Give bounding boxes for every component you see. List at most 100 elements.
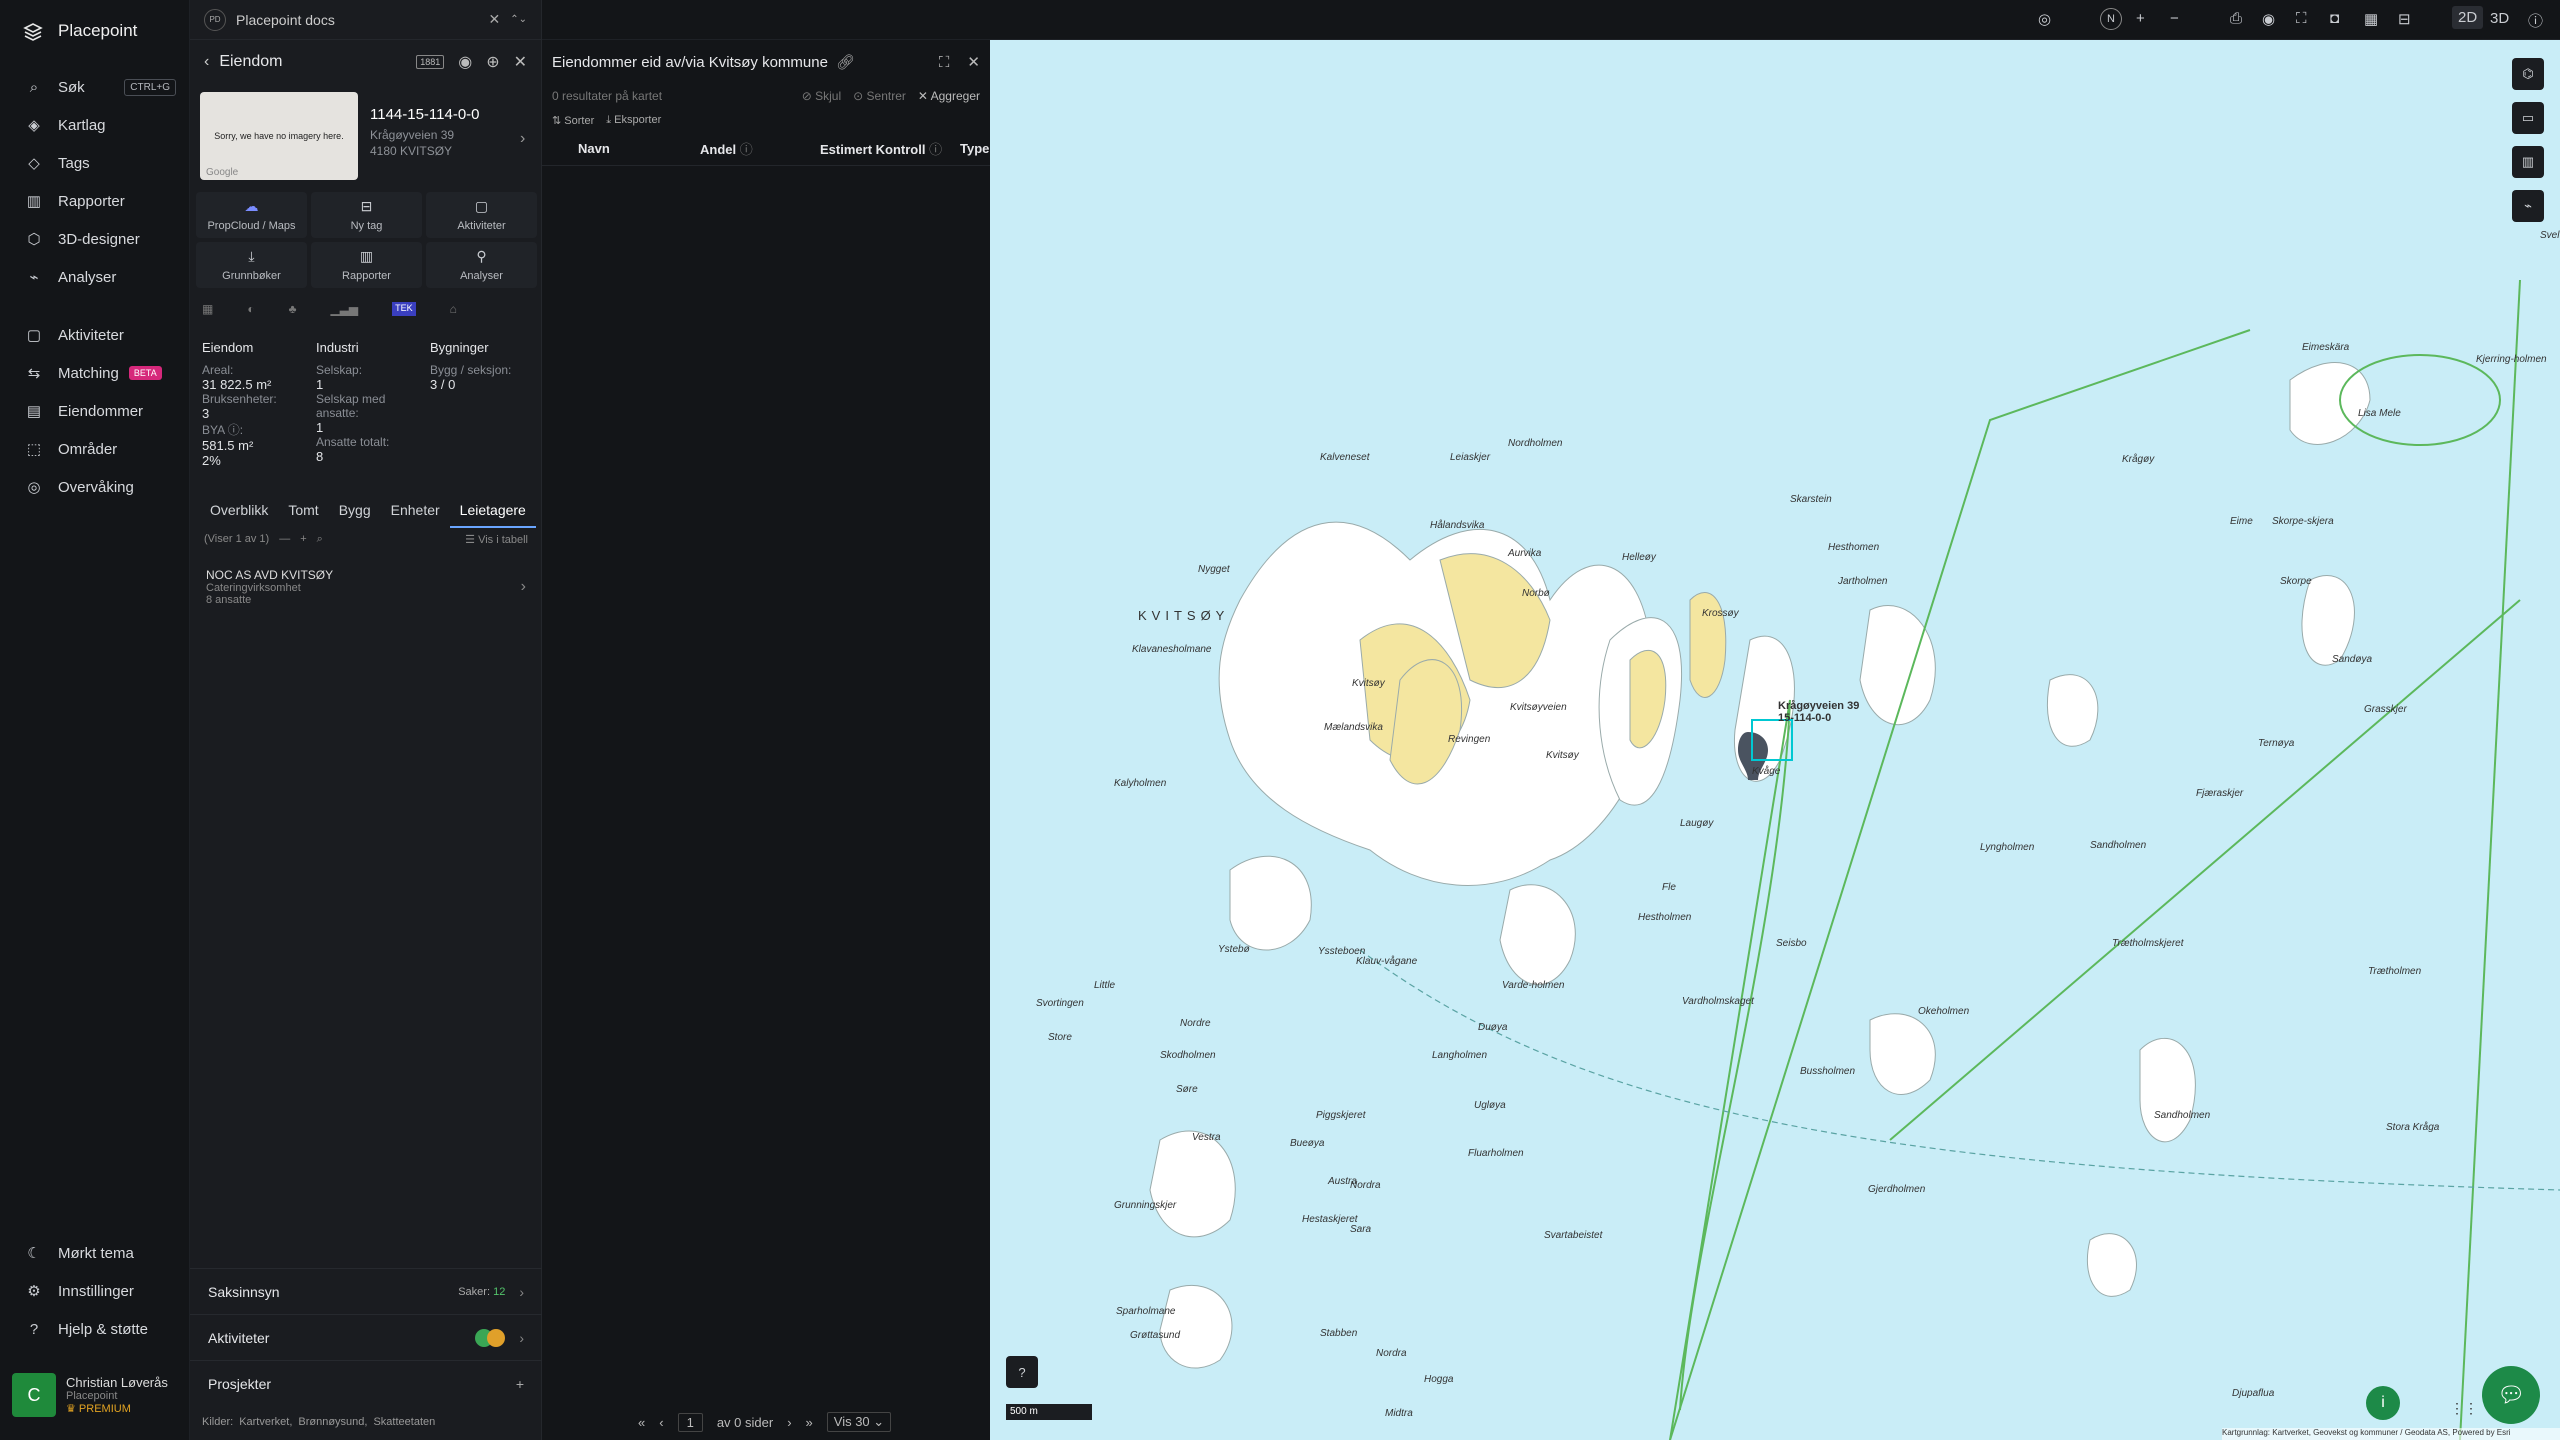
- per-page-select[interactable]: Vis 30 ⌄: [826, 1412, 892, 1432]
- prosjekter-section[interactable]: Prosjekter +: [190, 1360, 542, 1406]
- action-3[interactable]: ⤓ Grunnbøker: [196, 242, 307, 288]
- nav-item-kartlag[interactable]: ◈ Kartlag: [0, 108, 190, 142]
- action-0[interactable]: ☁ PropCloud / Maps: [196, 192, 307, 238]
- search-icon[interactable]: ⌕: [317, 533, 323, 546]
- tek-icon[interactable]: TEK: [392, 302, 416, 316]
- tab-leietagere[interactable]: Leietagere: [449, 498, 536, 528]
- plus-icon[interactable]: +: [516, 1376, 524, 1392]
- nav-item-tags[interactable]: ◇ Tags: [0, 146, 190, 180]
- chat-icon[interactable]: 💬︎: [2482, 1366, 2540, 1424]
- help-icon: ?: [29, 1320, 39, 1338]
- nav-bottom-1[interactable]: ⚙ Innstillinger: [0, 1274, 190, 1308]
- doc-tab-label[interactable]: Placepoint docs: [236, 12, 335, 28]
- chevron-updown-icon[interactable]: ⌃⌄: [510, 14, 527, 25]
- measure-icon[interactable]: ▭: [2512, 102, 2544, 134]
- bar-icon[interactable]: ▁▃▅: [330, 302, 358, 316]
- column-navn[interactable]: Navn: [578, 141, 700, 156]
- close-icon[interactable]: ✕: [514, 52, 527, 72]
- bookmark-icon[interactable]: ⊟: [2398, 10, 2411, 28]
- drag-handle-icon[interactable]: ⋮⋮: [2450, 1400, 2478, 1417]
- nav-bottom-0[interactable]: ☾ Mørkt tema: [0, 1236, 190, 1270]
- plus-circle-icon[interactable]: ⊕: [486, 52, 499, 72]
- property-id-block[interactable]: 1144-15-114-0-0 Krågøyveien 39 4180 KVIT…: [370, 106, 480, 158]
- zoom-in-icon[interactable]: +: [2136, 10, 2145, 27]
- analysis-icon[interactable]: ⌁: [2512, 190, 2544, 222]
- hide-button[interactable]: ⊘ Skjul: [802, 89, 841, 103]
- grid-icon[interactable]: ▦: [2364, 10, 2378, 28]
- brand[interactable]: Placepoint: [22, 20, 137, 42]
- help-icon[interactable]: ?: [1006, 1356, 1038, 1388]
- sources-label: Kilder:: [202, 1416, 234, 1428]
- source-bronnoysund[interactable]: Brønnøysund,: [298, 1416, 367, 1428]
- source-kartverket[interactable]: Kartverket,: [239, 1416, 292, 1428]
- aggregate-button[interactable]: ✕ Aggreger: [918, 89, 980, 103]
- eye-icon[interactable]: ◉: [458, 52, 472, 72]
- action-4[interactable]: ▥ Rapporter: [311, 242, 422, 288]
- aktiviteter-section[interactable]: Aktiviteter ›: [190, 1314, 542, 1360]
- prev-page-icon[interactable]: ‹: [659, 1415, 663, 1430]
- camera-icon[interactable]: ◘: [2330, 10, 2339, 27]
- tenant-item[interactable]: NOC AS AVD KVITSØY Cateringvirksomhet 8 …: [206, 568, 526, 606]
- zoom-out-icon[interactable]: −: [2170, 10, 2179, 27]
- first-page-icon[interactable]: «: [638, 1415, 645, 1430]
- close-icon[interactable]: ✕: [967, 53, 980, 71]
- cube-icon: ⬡: [27, 231, 41, 248]
- chevron-right-icon[interactable]: ›: [520, 130, 525, 148]
- back-icon[interactable]: ‹: [204, 53, 209, 71]
- sort-button[interactable]: ⇅ Sorter: [552, 114, 594, 127]
- eye-icon[interactable]: ◉: [2262, 10, 2275, 28]
- print-icon[interactable]: ⎙: [2230, 10, 2242, 27]
- minus-icon[interactable]: —: [279, 533, 290, 545]
- chart-icon[interactable]: ▥: [2512, 146, 2544, 178]
- tab-tomt[interactable]: Tomt: [278, 498, 328, 528]
- incognito-icon[interactable]: ◎: [2038, 10, 2051, 28]
- next-page-icon[interactable]: ›: [787, 1415, 791, 1430]
- more-icon[interactable]: ⌂: [450, 302, 457, 316]
- north-icon[interactable]: N: [2100, 8, 2122, 30]
- page-input[interactable]: 1: [677, 1412, 703, 1432]
- tab-overblikk[interactable]: Overblikk: [200, 498, 278, 528]
- industry-icon[interactable]: ♣: [289, 302, 297, 316]
- nav-item-eiendommer[interactable]: ▤ Eiendommer: [0, 394, 190, 428]
- action-5[interactable]: ⚲ Analyser: [426, 242, 537, 288]
- map[interactable]: Krågøyveien 39 15-114-0-0 KVITSØY Nordholm…: [990, 40, 2560, 1440]
- mode-2d-button[interactable]: 2D: [2452, 6, 2484, 29]
- center-button[interactable]: ⊙ Sentrer: [853, 89, 906, 103]
- expand-icon[interactable]: ⛶: [939, 54, 950, 71]
- table-view-button[interactable]: ☰ Vis i tabell: [465, 533, 528, 546]
- nav-item-s-k[interactable]: ⌕ Søk CTRL+G: [0, 70, 190, 104]
- tab-bygg[interactable]: Bygg: [329, 498, 381, 528]
- globe-icon[interactable]: ◐: [247, 302, 254, 316]
- stat-label: BYA ⓘ:: [202, 423, 244, 437]
- nav-item-analyser[interactable]: ⌁ Analyser: [0, 260, 190, 294]
- nav-item-omr-der[interactable]: ⬚ Områder: [0, 432, 190, 466]
- source-skatteetaten[interactable]: Skatteetaten: [373, 1416, 435, 1428]
- plus-icon[interactable]: +: [300, 533, 306, 545]
- nav-item-overv-king[interactable]: ◎ Overvåking: [0, 470, 190, 504]
- action-1[interactable]: ⊟ Ny tag: [311, 192, 422, 238]
- badge-1881[interactable]: 1881: [416, 55, 445, 69]
- action-2[interactable]: ▢ Aktiviteter: [426, 192, 537, 238]
- info-icon[interactable]: i: [2366, 1386, 2400, 1420]
- user-card[interactable]: C Christian Løverås Placepoint ♛ PREMIUM: [12, 1368, 178, 1422]
- nav-bottom-2[interactable]: ? Hjelp & støtte: [0, 1312, 190, 1346]
- stats-icon[interactable]: ▦: [202, 302, 213, 316]
- close-icon[interactable]: ✕: [489, 11, 501, 28]
- list-info: (Viser 1 av 1): [204, 533, 270, 545]
- nav-item-aktiviteter[interactable]: ▢ Aktiviteter: [0, 318, 190, 352]
- nav-item-rapporter[interactable]: ▥ Rapporter: [0, 184, 190, 218]
- nav-item-matching[interactable]: ⇆ Matching BETA: [0, 356, 190, 390]
- mode-3d-button[interactable]: 3D: [2490, 10, 2509, 27]
- tab-enheter[interactable]: Enheter: [381, 498, 450, 528]
- link-icon[interactable]: 🔗︎: [836, 53, 855, 71]
- saksinnsyn-section[interactable]: Saksinnsyn Saker: 12 ›: [190, 1268, 542, 1314]
- nav-item-3d-designer[interactable]: ⬡ 3D-designer: [0, 222, 190, 256]
- column-type[interactable]: Type: [960, 141, 989, 156]
- fullscreen-icon[interactable]: ⛶: [2296, 10, 2307, 27]
- info-icon[interactable]: ⓘ: [2528, 10, 2543, 31]
- column-andel[interactable]: Andel ⓘ: [700, 139, 820, 158]
- last-page-icon[interactable]: »: [806, 1415, 813, 1430]
- column-estimert-kontroll[interactable]: Estimert Kontroll ⓘ: [820, 139, 960, 158]
- layers-icon[interactable]: ⌬: [2512, 58, 2544, 90]
- export-button[interactable]: ⤓ Eksporter: [606, 114, 661, 127]
